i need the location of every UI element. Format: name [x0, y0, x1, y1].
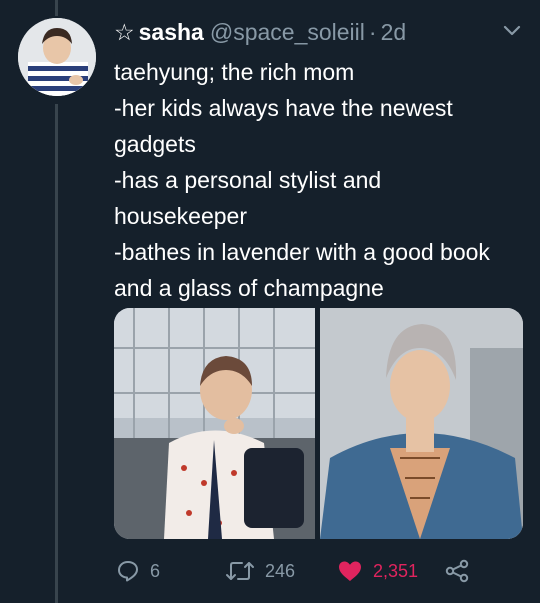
- tweet-photo-left[interactable]: [114, 308, 315, 539]
- like-count: 2,351: [373, 560, 419, 581]
- avatar[interactable]: [18, 18, 96, 96]
- tweet-text-line: gadgets: [114, 131, 196, 157]
- tweet-actions: 6 246 2,351: [0, 556, 540, 586]
- reply-button[interactable]: 6: [116, 556, 160, 586]
- tweet-photo-right[interactable]: [320, 308, 523, 539]
- like-button[interactable]: 2,351: [337, 556, 418, 586]
- tweet-text-line: and a glass of champagne: [114, 275, 384, 301]
- avatar-image: [18, 18, 96, 96]
- star-icon: ☆: [114, 18, 135, 45]
- retweet-button[interactable]: 246: [225, 556, 295, 586]
- share-button[interactable]: [444, 556, 470, 586]
- share-icon: [445, 559, 469, 583]
- tweet-text-line: taehyung; the rich mom: [114, 59, 355, 85]
- tweet-text: taehyung; the rich mom -her kids always …: [114, 54, 524, 306]
- thread-line-bottom: [55, 104, 58, 603]
- reply-count: 6: [150, 560, 161, 581]
- separator-dot: ·: [368, 18, 377, 45]
- user-handle[interactable]: @space_soleiil: [210, 19, 365, 46]
- display-name[interactable]: sasha: [139, 19, 204, 46]
- tweet-text-line: housekeeper: [114, 203, 247, 229]
- thread-line-top: [55, 0, 58, 16]
- timestamp[interactable]: 2d: [381, 19, 407, 46]
- tweet-text-line: -her kids always have the newest: [114, 95, 453, 121]
- chevron-down-icon[interactable]: [503, 24, 521, 38]
- retweet-count: 246: [265, 560, 296, 581]
- tweet-text-line: -bathes in lavender with a good book: [114, 239, 490, 265]
- reply-icon: [118, 561, 138, 582]
- tweet-text-line: -has a personal stylist and: [114, 167, 382, 193]
- tweet-header: ☆ sasha @space_soleiil · 2d: [114, 14, 406, 50]
- retweet-icon: [226, 562, 254, 580]
- heart-icon: [339, 561, 361, 581]
